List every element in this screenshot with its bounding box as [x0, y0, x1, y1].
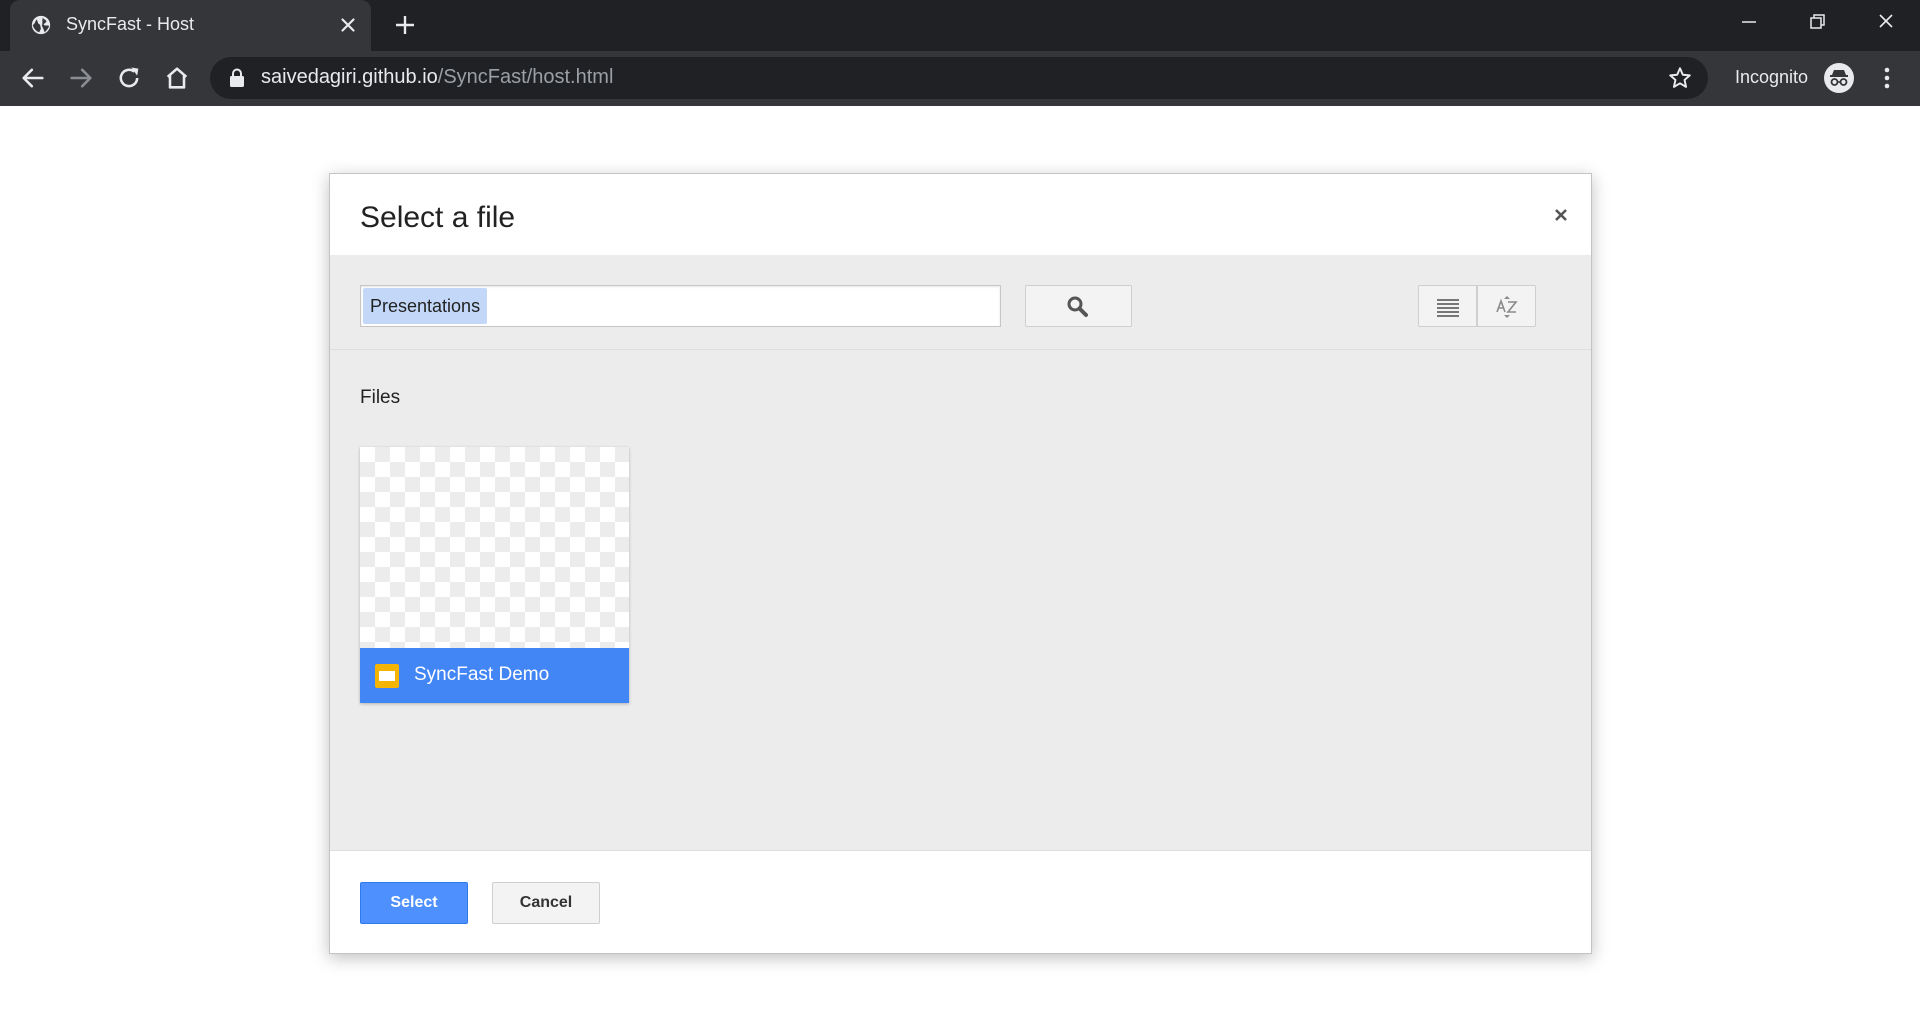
- browser-tab[interactable]: SyncFast - Host: [10, 0, 371, 51]
- incognito-label[interactable]: Incognito: [1735, 67, 1808, 88]
- incognito-icon[interactable]: [1823, 62, 1855, 94]
- file-thumbnail: [360, 447, 629, 648]
- home-icon[interactable]: [163, 64, 191, 92]
- file-tile-footer: SyncFast Demo: [360, 648, 629, 703]
- search-icon: [1067, 296, 1088, 317]
- restore-icon[interactable]: [1803, 10, 1831, 34]
- tab-title: SyncFast - Host: [66, 14, 195, 34]
- search-toolbar: Presentations: [330, 255, 1591, 350]
- minimize-icon[interactable]: [1735, 10, 1763, 34]
- select-button[interactable]: Select: [360, 882, 468, 924]
- dialog-footer: Select Cancel: [330, 850, 1591, 953]
- search-button[interactable]: [1025, 285, 1132, 327]
- url-host: saivedagiri.github.io: [261, 66, 438, 88]
- files-section-label: Files: [360, 387, 401, 408]
- kebab-menu-icon[interactable]: [1876, 64, 1898, 92]
- search-query-chip[interactable]: Presentations: [363, 288, 488, 324]
- lock-icon[interactable]: [228, 68, 246, 88]
- list-view-button[interactable]: [1418, 285, 1477, 327]
- close-icon[interactable]: [1550, 204, 1572, 226]
- browser-tabstrip: SyncFast - Host: [0, 0, 1920, 51]
- sort-button[interactable]: [1477, 285, 1536, 327]
- google-slides-icon: [375, 664, 399, 688]
- window-close-icon[interactable]: [1872, 10, 1900, 34]
- search-input[interactable]: Presentations: [360, 285, 1001, 327]
- file-tile[interactable]: SyncFast Demo: [360, 447, 629, 703]
- file-picker-dialog: Select a file Presentations Files SyncFa…: [329, 173, 1592, 954]
- url-path: /SyncFast/host.html: [437, 66, 614, 88]
- close-icon[interactable]: [337, 14, 359, 36]
- back-arrow-icon[interactable]: [19, 64, 47, 92]
- reload-icon[interactable]: [115, 64, 143, 92]
- dialog-body: Presentations Files SyncFast Demo: [330, 255, 1591, 850]
- cancel-button[interactable]: Cancel: [492, 882, 600, 924]
- globe-icon: [31, 15, 51, 35]
- forward-arrow-icon[interactable]: [67, 64, 95, 92]
- list-view-icon: [1437, 299, 1459, 317]
- plus-icon[interactable]: [393, 13, 417, 37]
- file-name: SyncFast Demo: [414, 664, 550, 685]
- url-text[interactable]: saivedagiri.github.io/SyncFast/host.html: [261, 66, 613, 89]
- sort-az-icon: [1496, 296, 1518, 318]
- star-icon[interactable]: [1667, 65, 1693, 91]
- dialog-title: Select a file: [360, 201, 516, 234]
